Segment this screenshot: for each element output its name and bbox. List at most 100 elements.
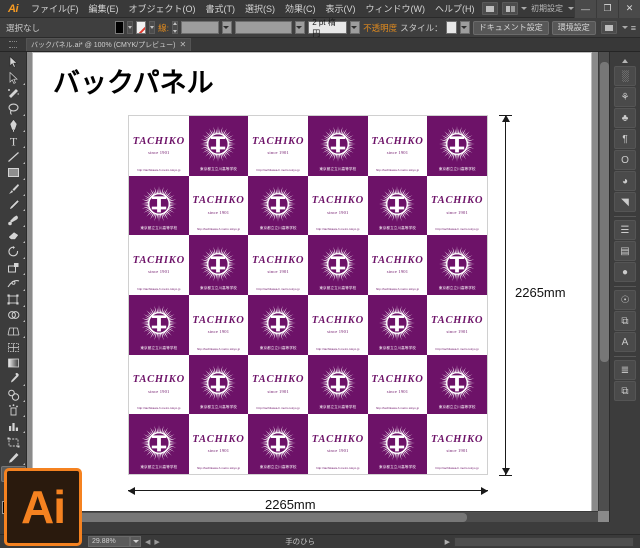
pattern-tile-white[interactable]: TACHIKO since 1901 http://tachikawa-h.metr… bbox=[308, 414, 368, 474]
opacity-label[interactable]: 不透明度 bbox=[363, 22, 397, 34]
window-close-button[interactable]: ✕ bbox=[618, 0, 640, 18]
tile-pattern-grid[interactable]: TACHIKO since 1901 http://tachikawa-h.metr… bbox=[128, 115, 488, 475]
menu-help[interactable]: ヘルプ(H) bbox=[430, 0, 480, 18]
zoom-level-field[interactable]: 29.88% bbox=[88, 536, 130, 547]
color-panel-icon[interactable]: ░ bbox=[614, 66, 636, 86]
appearance-panel-icon[interactable]: ● bbox=[614, 262, 636, 282]
pattern-tile-purple[interactable]: 東京都立立川高等学校 bbox=[188, 235, 249, 295]
pattern-tile-white[interactable]: TACHIKO since 1901 http://tachikawa-h.metr… bbox=[367, 116, 428, 176]
status-expand-icon[interactable]: ▶ bbox=[441, 538, 454, 546]
align-chevron-down-icon[interactable] bbox=[621, 26, 628, 29]
pattern-tile-white[interactable]: TACHIKO since 1901 http://tachikawa-h.metr… bbox=[129, 354, 189, 415]
menu-edit[interactable]: 編集(E) bbox=[84, 0, 124, 18]
pattern-tile-white[interactable]: TACHIKO since 1901 http://tachikawa-h.metr… bbox=[308, 295, 368, 355]
stroke-weight-dropdown[interactable] bbox=[221, 21, 232, 34]
line-segment-tool[interactable] bbox=[1, 149, 26, 165]
graphic-style-dropdown[interactable] bbox=[459, 21, 470, 34]
scale-tool[interactable] bbox=[1, 260, 26, 276]
perspective-grid-tool[interactable] bbox=[1, 323, 26, 339]
align-panel-icon[interactable]: ☰ bbox=[614, 220, 636, 240]
menu-object[interactable]: オブジェクト(O) bbox=[124, 0, 201, 18]
pattern-tile-purple[interactable]: 東京都立立川高等学校 bbox=[248, 295, 308, 355]
brush-definition-field[interactable]: 2 pt 楕円 bbox=[308, 18, 348, 38]
pattern-tile-purple[interactable]: 東京都立立川高等学校 bbox=[308, 235, 368, 295]
artboard[interactable]: バックパネル TACHIKO since 1901 http://tachikawa… bbox=[32, 52, 592, 522]
align-options-button[interactable] bbox=[600, 21, 617, 34]
menu-file[interactable]: ファイル(F) bbox=[26, 0, 84, 18]
pattern-tile-purple[interactable]: 東京都立立川高等学校 bbox=[188, 116, 249, 176]
lasso-tool[interactable] bbox=[1, 102, 26, 118]
pattern-tile-white[interactable]: TACHIKO since 1901 http://tachikawa-h.metr… bbox=[427, 295, 487, 355]
fill-color-swatch[interactable] bbox=[114, 21, 125, 34]
rotate-tool[interactable] bbox=[1, 244, 26, 260]
pattern-tile-white[interactable]: TACHIKO since 1901 http://tachikawa-h.metr… bbox=[188, 175, 249, 236]
type-tool[interactable]: T bbox=[1, 133, 26, 149]
pattern-tile-white[interactable]: TACHIKO since 1901 http://tachikawa-h.metr… bbox=[248, 354, 308, 415]
pattern-tile-white[interactable]: TACHIKO since 1901 http://tachikawa-h.metr… bbox=[427, 175, 487, 236]
brush-definition-dropdown[interactable] bbox=[350, 21, 361, 34]
preferences-button[interactable]: 環境設定 bbox=[551, 20, 596, 35]
character-panel-icon[interactable]: O bbox=[614, 150, 636, 170]
type-panel-icon[interactable]: A bbox=[614, 332, 636, 352]
menu-type[interactable]: 書式(T) bbox=[201, 0, 241, 18]
blend-tool[interactable] bbox=[1, 387, 26, 403]
pattern-tile-purple[interactable]: 東京都立立川高等学校 bbox=[367, 414, 428, 474]
pattern-tile-purple[interactable]: 東京都立立川高等学校 bbox=[427, 116, 487, 176]
window-maximize-button[interactable]: ❐ bbox=[596, 0, 618, 18]
pattern-tile-purple[interactable]: 東京都立立川高等学校 bbox=[367, 295, 428, 355]
stroke-color-swatch[interactable] bbox=[136, 21, 146, 34]
symbol-sprayer-tool[interactable] bbox=[1, 403, 26, 419]
rectangle-tool[interactable] bbox=[1, 165, 26, 181]
pattern-tile-white[interactable]: TACHIKO since 1901 http://tachikawa-h.metr… bbox=[248, 235, 308, 295]
width-tool[interactable] bbox=[1, 276, 26, 292]
eyedropper-tool[interactable] bbox=[1, 371, 26, 387]
symbols-panel-icon[interactable]: ☉ bbox=[614, 290, 636, 310]
graphic-style-swatch[interactable] bbox=[445, 21, 457, 34]
pattern-tile-purple[interactable]: 東京都立立川高等学校 bbox=[248, 414, 308, 474]
canvas-scrollbar-vertical[interactable] bbox=[598, 52, 609, 511]
fill-swatch-chevron-down-icon[interactable] bbox=[127, 21, 134, 34]
menu-select[interactable]: 選択(S) bbox=[240, 0, 280, 18]
gradient-tool[interactable] bbox=[1, 355, 26, 371]
canvas-scrollbar-horizontal[interactable] bbox=[27, 511, 598, 522]
canvas-scroll-thumb-vertical[interactable] bbox=[600, 62, 609, 362]
control-bar-overflow-icon[interactable]: ≡ bbox=[631, 23, 636, 33]
pen-tool[interactable] bbox=[1, 117, 26, 133]
arrange-chevron-down-icon[interactable] bbox=[520, 7, 527, 10]
paragraph-panel-icon[interactable]: ¶ bbox=[614, 129, 636, 149]
eraser-tool[interactable] bbox=[1, 228, 26, 244]
pattern-tile-white[interactable]: TACHIKO since 1901 http://tachikawa-h.metr… bbox=[129, 235, 189, 295]
transparency-panel-icon[interactable]: ▤ bbox=[614, 241, 636, 261]
brushes-panel-icon[interactable]: ◕ bbox=[614, 171, 636, 191]
stroke-weight-label[interactable]: 線: bbox=[158, 22, 169, 34]
selection-tool[interactable] bbox=[1, 54, 26, 70]
slice-tool[interactable] bbox=[1, 450, 26, 466]
shape-builder-tool[interactable] bbox=[1, 308, 26, 324]
menu-window[interactable]: ウィンドウ(W) bbox=[361, 0, 431, 18]
arrange-documents-button[interactable] bbox=[501, 2, 518, 15]
stroke-profile-dropdown[interactable] bbox=[295, 21, 306, 34]
canvas-area[interactable]: バックパネル TACHIKO since 1901 http://tachikawa… bbox=[27, 52, 609, 522]
zoom-level-dropdown-icon[interactable] bbox=[130, 536, 141, 547]
gradient-panel-icon[interactable]: ◥ bbox=[614, 192, 636, 212]
dock-collapse-icon[interactable] bbox=[611, 55, 640, 66]
pattern-tile-purple[interactable]: 東京都立立川高等学校 bbox=[308, 116, 368, 176]
pattern-tile-purple[interactable]: 東京都立立川高等学校 bbox=[427, 354, 487, 415]
column-graph-tool[interactable] bbox=[1, 418, 26, 434]
pattern-tile-white[interactable]: TACHIKO since 1901 http://tachikawa-h.metr… bbox=[367, 354, 428, 415]
bridge-button[interactable] bbox=[481, 2, 498, 15]
tab-close-icon[interactable]: ✕ bbox=[179, 41, 186, 49]
pattern-tile-white[interactable]: TACHIKO since 1901 http://tachikawa-h.metr… bbox=[427, 414, 487, 474]
prev-artboard-icon[interactable]: ◀ bbox=[145, 538, 150, 546]
pattern-tile-purple[interactable]: 東京都立立川高等学校 bbox=[188, 354, 249, 415]
artboards-panel-icon[interactable]: ⧉ bbox=[614, 381, 636, 401]
blob-brush-tool[interactable] bbox=[1, 212, 26, 228]
pattern-tile-white[interactable]: TACHIKO since 1901 http://tachikawa-h.metr… bbox=[248, 116, 308, 176]
stroke-swatch-chevron-down-icon[interactable] bbox=[148, 21, 156, 34]
mesh-tool[interactable] bbox=[1, 339, 26, 355]
magic-wand-tool[interactable] bbox=[1, 86, 26, 102]
pattern-tile-white[interactable]: TACHIKO since 1901 http://tachikawa-h.metr… bbox=[129, 116, 189, 176]
pattern-tile-purple[interactable]: 東京都立立川高等学校 bbox=[367, 175, 428, 236]
status-scroll-track[interactable] bbox=[454, 536, 634, 547]
document-setup-button[interactable]: ドキュメント設定 bbox=[472, 20, 549, 35]
